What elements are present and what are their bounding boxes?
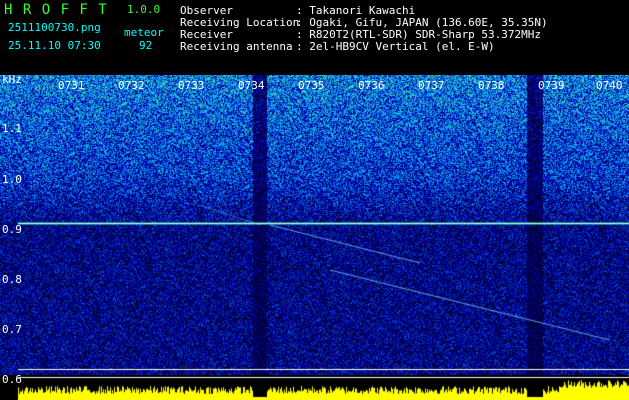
- time-tick-0736: 0736: [358, 79, 385, 92]
- time-tick-0731: 0731: [58, 79, 85, 92]
- meteor-count: 92: [139, 39, 153, 52]
- header-panel: H R O F F T 1.0.0 2511100730.png meteor …: [0, 0, 629, 75]
- time-tick-0732: 0732: [118, 79, 145, 92]
- y-tick-0-6: 0.6: [2, 373, 22, 386]
- app-title: H R O F F T: [4, 2, 108, 18]
- file-name: 2511100730.png: [8, 21, 101, 34]
- y-tick-1-1: 1.1: [2, 122, 22, 135]
- y-tick-0-8: 0.8: [2, 273, 22, 286]
- axis-unit-label: kHz: [2, 73, 22, 86]
- spectrogram: [0, 75, 629, 400]
- time-tick-0734: 0734: [238, 79, 265, 92]
- mode-label: meteor: [124, 26, 164, 39]
- y-tick-0-7: 0.7: [2, 323, 22, 336]
- time-tick-0738: 0738: [478, 79, 505, 92]
- y-tick-0-9: 0.9: [2, 223, 22, 236]
- app-version: 1.0.0: [127, 3, 161, 16]
- y-tick-1-0: 1.0: [2, 173, 22, 186]
- antenna-label: Receiving antenna: [180, 40, 293, 53]
- time-tick-0740: 0740: [596, 79, 623, 92]
- date-time: 25.11.10 07:30: [8, 39, 101, 52]
- antenna-value: : 2el-HB9CV Vertical (el. E-W): [296, 40, 495, 53]
- time-tick-0739: 0739: [538, 79, 565, 92]
- time-tick-0737: 0737: [418, 79, 445, 92]
- time-tick-0735: 0735: [298, 79, 325, 92]
- time-tick-0733: 0733: [178, 79, 205, 92]
